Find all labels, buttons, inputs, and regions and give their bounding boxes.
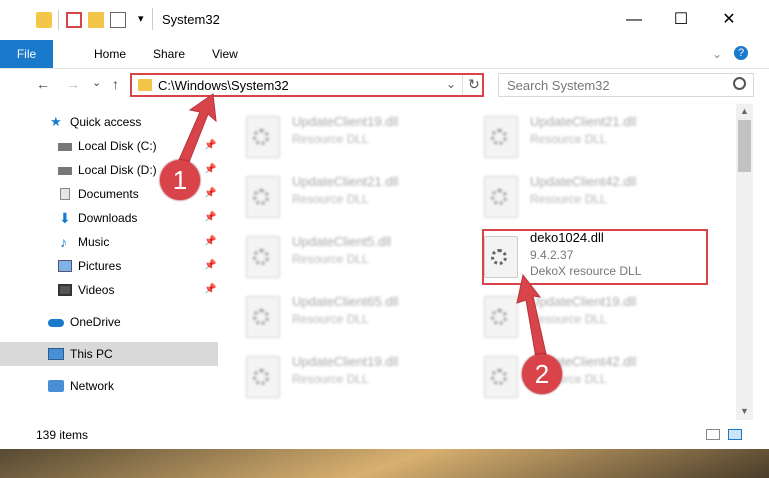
step-marker-2: 2	[522, 354, 562, 394]
arrow-2	[516, 273, 547, 359]
step-marker-1: 1	[160, 160, 200, 200]
annotation-arrows	[171, 93, 547, 359]
